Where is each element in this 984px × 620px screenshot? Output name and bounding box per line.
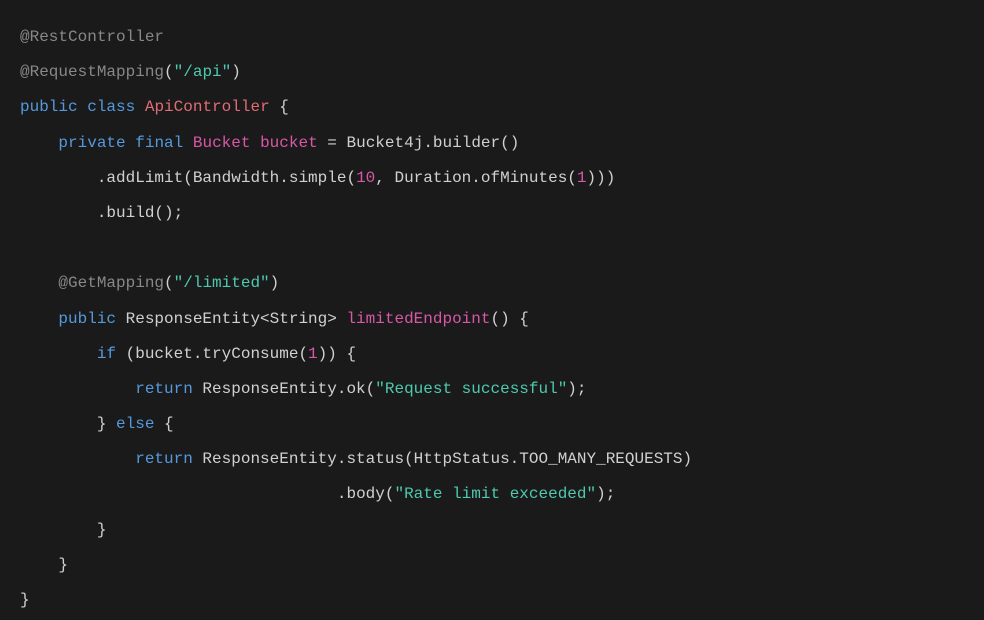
return-type: ResponseEntity<String> (116, 310, 346, 328)
keyword-private: private (58, 134, 125, 152)
method-build: .build(); (97, 204, 183, 222)
number-one: 1 (577, 169, 587, 187)
keyword-else: else (106, 415, 164, 433)
code-line-17: } (20, 591, 30, 609)
annotation-restcontroller: @RestController (20, 28, 164, 46)
variable-bucket: bucket (260, 134, 318, 152)
method-limitedendpoint: limitedEndpoint (346, 310, 490, 328)
string-rate-limit: "Rate limit exceeded" (394, 485, 596, 503)
condition-tryconsume: (bucket.tryConsume( (116, 345, 308, 363)
code-line-5: .addLimit(Bandwidth.simple(10, Duration.… (20, 169, 615, 187)
code-line-4: private final Bucket bucket = Bucket4j.b… (20, 134, 519, 152)
keyword-public: public (20, 98, 78, 116)
keyword-final: final (135, 134, 183, 152)
keyword-class: class (87, 98, 135, 116)
method-body: .body( (337, 485, 395, 503)
type-bucket: Bucket (193, 134, 251, 152)
code-line-16: } (20, 556, 68, 574)
code-line-2: @RequestMapping("/api") (20, 63, 241, 81)
class-name-apicontroller: ApiController (145, 98, 270, 116)
annotation-requestmapping: @RequestMapping (20, 63, 164, 81)
code-editor: @RestController @RequestMapping("/api") … (20, 20, 964, 618)
keyword-public-method: public (58, 310, 116, 328)
code-line-12: } else { (20, 415, 174, 433)
method-addlimit: .addLimit(Bandwidth.simple( (97, 169, 356, 187)
code-line-13: return ResponseEntity.status(HttpStatus.… (20, 450, 692, 468)
code-line-3: public class ApiController { (20, 98, 289, 116)
response-status: ResponseEntity.status(HttpStatus.TOO_MAN… (193, 450, 692, 468)
keyword-return-ok: return (135, 380, 193, 398)
number-ten: 10 (356, 169, 375, 187)
code-line-8: @GetMapping("/limited") (20, 274, 279, 292)
brace-close-else: } (97, 521, 107, 539)
code-line-11: return ResponseEntity.ok("Request succes… (20, 380, 587, 398)
brace-close-method: } (58, 556, 68, 574)
brace-close-class: } (20, 591, 30, 609)
annotation-getmapping: @GetMapping (58, 274, 164, 292)
code-line-6: .build(); (20, 204, 183, 222)
string-api-path: "/api" (174, 63, 232, 81)
number-consume: 1 (308, 345, 318, 363)
keyword-if: if (97, 345, 116, 363)
builder-call: Bucket4j.builder() (347, 134, 520, 152)
code-line-15: } (20, 521, 106, 539)
string-success: "Request successful" (375, 380, 567, 398)
string-limited-path: "/limited" (174, 274, 270, 292)
keyword-return-err: return (135, 450, 193, 468)
code-line-14: .body("Rate limit exceeded"); (20, 485, 615, 503)
code-line-10: if (bucket.tryConsume(1)) { (20, 345, 356, 363)
response-ok: ResponseEntity.ok( (193, 380, 375, 398)
code-line-9: public ResponseEntity<String> limitedEnd… (20, 310, 529, 328)
code-line-1: @RestController (20, 28, 164, 46)
